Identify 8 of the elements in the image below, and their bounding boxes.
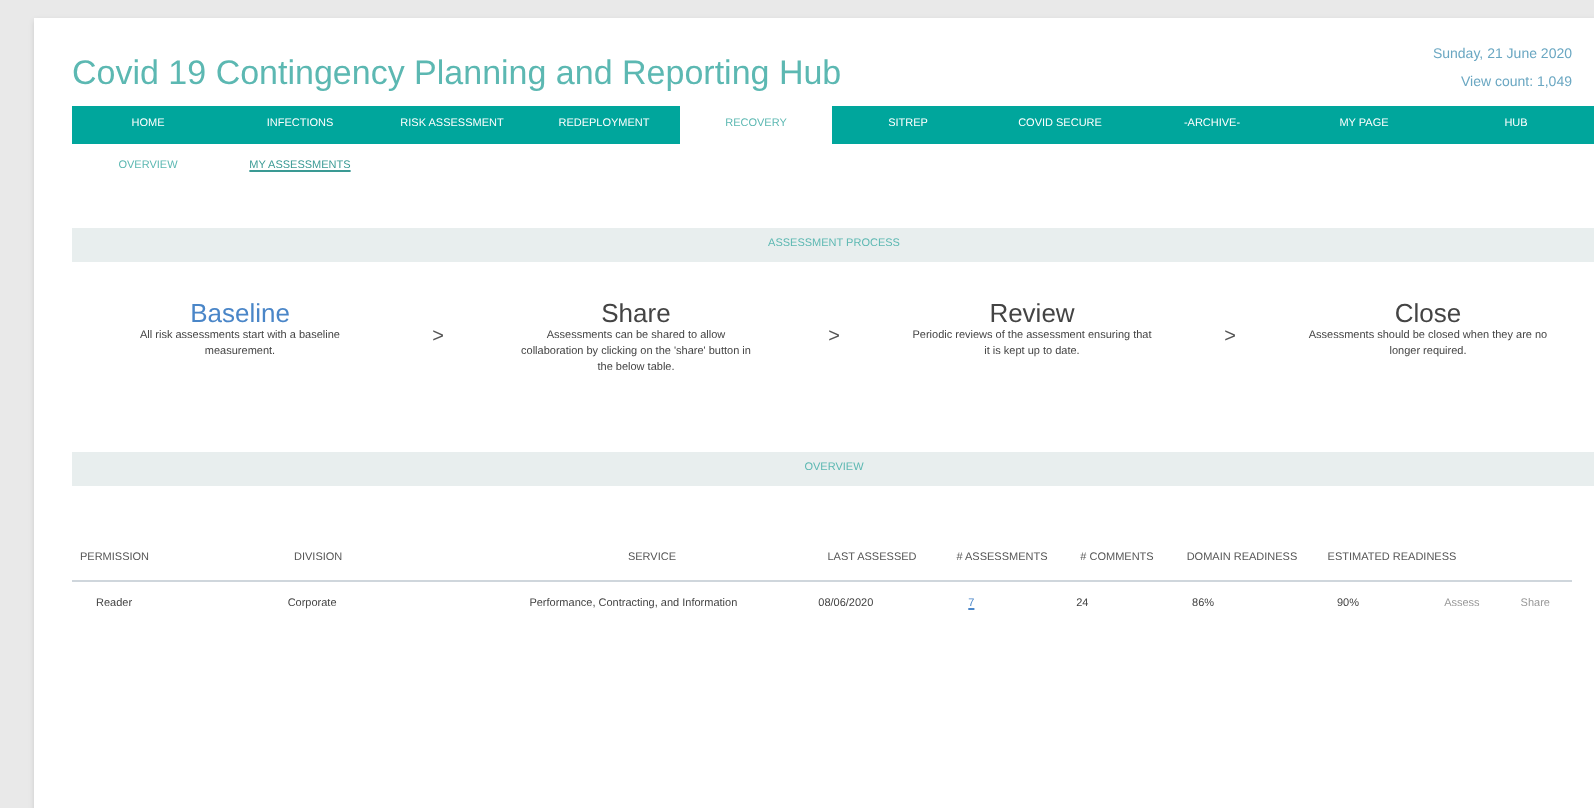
step-title: Close bbox=[1394, 298, 1462, 328]
step-separator: > bbox=[826, 324, 842, 352]
step-separator: > bbox=[430, 324, 446, 352]
page-title: Covid 19 Contingency Planning and Reporting Hub bbox=[72, 56, 842, 96]
step-separator: > bbox=[1222, 324, 1238, 352]
step-title: Share bbox=[601, 298, 671, 328]
step-title: Review bbox=[989, 298, 1075, 328]
step-title: Baseline bbox=[190, 298, 290, 328]
